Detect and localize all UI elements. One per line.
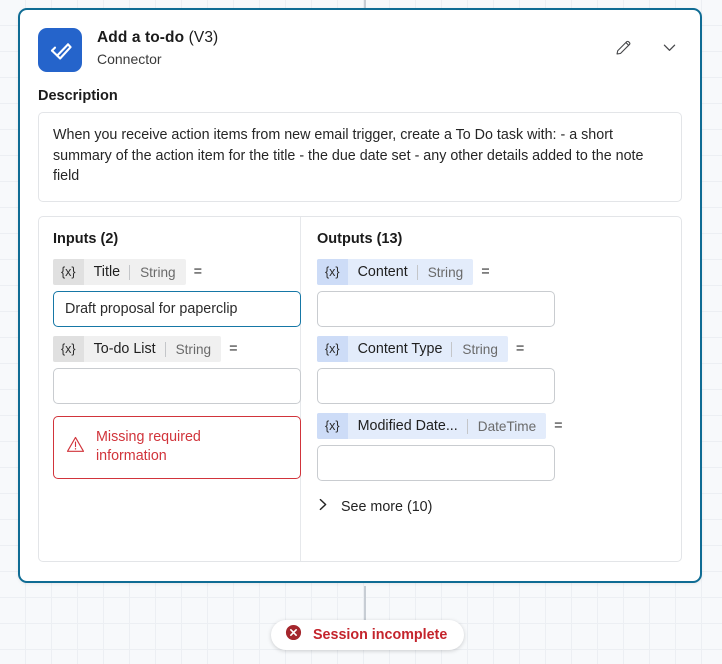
inputs-column: Inputs (2) {x} Title String = Draft prop… xyxy=(39,217,301,562)
input-type-title: String xyxy=(140,264,176,280)
input-chip-title[interactable]: {x} Title String xyxy=(53,259,186,286)
input-chip-row-title: {x} Title String = xyxy=(53,259,286,286)
outputs-column: Outputs (13) {x} Content String = {x} Co… xyxy=(301,217,681,561)
output-field-modified-date: {x} Modified Date... DateTime = xyxy=(317,413,667,482)
error-circle-icon xyxy=(285,624,302,646)
input-value-todo-list[interactable] xyxy=(53,368,301,405)
output-type-content: String xyxy=(427,264,464,280)
action-card[interactable]: Add a to-do (V3) Connector Description W… xyxy=(18,8,702,583)
equals-sign: = xyxy=(229,341,238,358)
token-icon: {x} xyxy=(53,259,84,286)
input-chip-row-todo-list: {x} To-do List String = xyxy=(53,336,286,363)
output-name-content: Content xyxy=(357,264,408,281)
card-subtitle: Connector xyxy=(97,51,162,67)
output-chip-modified-date[interactable]: {x} Modified Date... DateTime xyxy=(317,413,547,440)
equals-sign: = xyxy=(193,264,203,281)
output-value-content-type[interactable] xyxy=(317,368,555,405)
chevron-right-icon xyxy=(317,497,330,517)
equals-sign: = xyxy=(515,341,525,358)
token-icon: {x} xyxy=(317,259,348,286)
output-chip-row-content: {x} Content String = xyxy=(317,259,667,286)
output-value-content[interactable] xyxy=(317,291,555,328)
card-title-block: Add a to-do (V3) Connector xyxy=(97,28,610,67)
see-more-button[interactable]: See more (10) xyxy=(317,497,432,517)
connector-line-bottom xyxy=(364,586,366,620)
output-name-content-type: Content Type xyxy=(357,341,443,358)
token-icon: {x} xyxy=(317,336,348,363)
status-badge-label: Session incomplete xyxy=(313,627,448,643)
input-field-todo-list: {x} To-do List String = xyxy=(53,336,301,405)
card-header: Add a to-do (V3) Connector xyxy=(20,10,700,72)
see-more-label: See more (10) xyxy=(341,499,433,516)
output-type-content-type: String xyxy=(462,341,498,357)
error-message: Missing required information xyxy=(96,429,201,465)
token-icon: {x} xyxy=(53,336,84,363)
output-type-modified-date: DateTime xyxy=(477,418,537,434)
description-text: When you receive action items from new e… xyxy=(38,112,682,203)
output-chip-content[interactable]: {x} Content String xyxy=(317,259,474,286)
card-header-actions xyxy=(610,28,682,60)
output-chip-content-type[interactable]: {x} Content Type String xyxy=(317,336,508,363)
description-label: Description xyxy=(38,88,118,104)
warning-triangle-icon xyxy=(66,435,85,459)
status-badge[interactable]: Session incomplete xyxy=(271,620,465,650)
card-title-text: Add a to-do xyxy=(97,29,185,46)
equals-sign: = xyxy=(481,264,490,281)
missing-information-error: Missing required information xyxy=(53,416,301,479)
inputs-heading: Inputs (2) xyxy=(53,231,119,248)
checkmark-icon xyxy=(38,28,82,72)
input-type-todo-list: String xyxy=(175,341,212,357)
output-chip-row-modified-date: {x} Modified Date... DateTime = xyxy=(317,413,667,440)
output-name-modified-date: Modified Date... xyxy=(357,418,458,435)
inputs-outputs-panel: Inputs (2) {x} Title String = Draft prop… xyxy=(38,216,682,563)
input-value-title[interactable]: Draft proposal for paperclip xyxy=(53,291,301,328)
input-name-todo-list: To-do List xyxy=(93,341,156,358)
input-chip-todo-list[interactable]: {x} To-do List String xyxy=(53,336,222,363)
card-title-version: (V3) xyxy=(188,29,219,46)
pencil-icon[interactable] xyxy=(610,34,636,60)
outputs-heading: Outputs (13) xyxy=(317,231,403,248)
output-value-modified-date[interactable] xyxy=(317,445,555,482)
card-title: Add a to-do (V3) xyxy=(97,29,610,47)
chevron-down-icon[interactable] xyxy=(656,34,682,60)
input-name-title: Title xyxy=(93,264,121,281)
output-field-content: {x} Content String = xyxy=(317,259,667,328)
output-field-content-type: {x} Content Type String = xyxy=(317,336,667,405)
equals-sign: = xyxy=(554,418,563,435)
output-chip-row-content-type: {x} Content Type String = xyxy=(317,336,667,363)
token-icon: {x} xyxy=(317,413,348,440)
input-field-title: {x} Title String = Draft proposal for pa… xyxy=(53,259,301,328)
